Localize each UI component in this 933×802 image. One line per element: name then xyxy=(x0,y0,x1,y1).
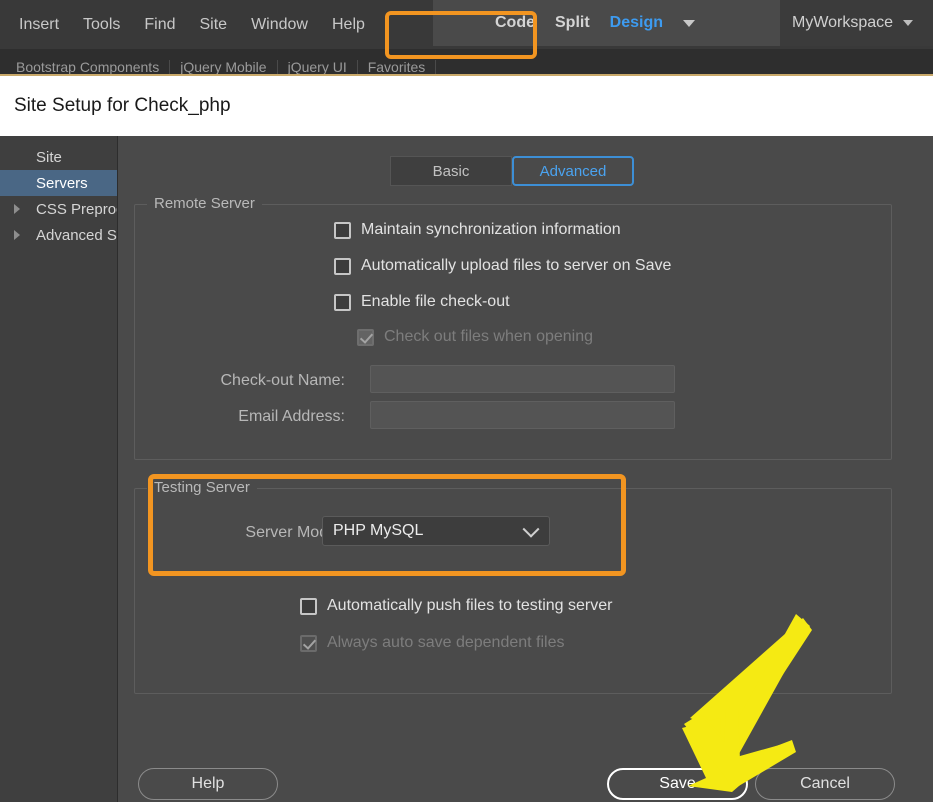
checkbox-auto-save-dependent-row: Always auto save dependent files xyxy=(300,634,564,652)
checkbox-enable-checkout[interactable] xyxy=(334,293,351,311)
email-address-label: Email Address: xyxy=(238,408,345,425)
checkout-name-label: Check-out Name: xyxy=(220,372,346,389)
menu-item-list: Insert Tools Find Site Window Help xyxy=(8,8,376,41)
checkbox-enable-checkout-row[interactable]: Enable file check-out xyxy=(334,293,510,311)
menu-item-find[interactable]: Find xyxy=(133,12,186,38)
sidebar-item-label: Servers xyxy=(36,174,88,192)
menu-item-insert[interactable]: Insert xyxy=(8,12,70,38)
sidebar-item-advanced-settings[interactable]: Advanced Settings xyxy=(0,222,117,248)
view-mode-split[interactable]: Split xyxy=(555,14,590,32)
toolbar-tab-favorites[interactable]: Favorites xyxy=(358,60,437,74)
menu-item-window[interactable]: Window xyxy=(240,12,319,38)
dialog-title: Site Setup for Check_php xyxy=(14,95,231,116)
screenshot-root: Insert Tools Find Site Window Help Code … xyxy=(0,0,933,802)
site-setup-dialog: Site Setup for Check_php Site Servers CS… xyxy=(0,74,933,802)
toolbar-tab-jquery-mobile[interactable]: jQuery Mobile xyxy=(170,60,278,74)
checkbox-maintain-sync-row[interactable]: Maintain synchronization information xyxy=(334,221,621,239)
checkbox-checkout-on-open-row: Check out files when opening xyxy=(357,328,593,346)
chevron-down-icon[interactable] xyxy=(522,520,540,538)
dialog-body: Site Servers CSS Preprocessor Advanced S… xyxy=(0,136,933,802)
checkbox-maintain-sync-label: Maintain synchronization information xyxy=(361,221,621,238)
checkbox-auto-upload[interactable] xyxy=(334,257,351,275)
caret-down-icon[interactable] xyxy=(903,20,914,26)
sidebar-item-servers[interactable]: Servers xyxy=(0,170,117,196)
view-mode-code[interactable]: Code xyxy=(495,14,535,32)
checkbox-auto-upload-label: Automatically upload files to server on … xyxy=(361,257,672,274)
toolbar-tab-jquery-ui[interactable]: jQuery UI xyxy=(278,60,358,74)
chevron-right-icon[interactable] xyxy=(14,204,20,214)
dialog-title-bar: Site Setup for Check_php xyxy=(0,76,933,136)
tab-basic[interactable]: Basic xyxy=(390,156,512,186)
view-mode-switcher: Code Split Design xyxy=(433,0,780,46)
checkbox-auto-upload-row[interactable]: Automatically upload files to server on … xyxy=(334,257,671,275)
checkbox-auto-push-label: Automatically push files to testing serv… xyxy=(327,597,613,614)
checkbox-checkout-on-open xyxy=(357,328,374,346)
menu-item-site[interactable]: Site xyxy=(189,12,239,38)
checkbox-auto-push[interactable] xyxy=(300,597,317,615)
dialog-sidebar: Site Servers CSS Preprocessor Advanced S… xyxy=(0,136,118,802)
testing-server-legend: Testing Server xyxy=(147,479,257,496)
server-model-select[interactable]: PHP MySQL xyxy=(322,516,550,546)
checkbox-auto-push-row[interactable]: Automatically push files to testing serv… xyxy=(300,597,612,615)
tab-advanced[interactable]: Advanced xyxy=(512,156,634,186)
checkbox-checkout-on-open-label: Check out files when opening xyxy=(384,328,594,345)
chevron-right-icon[interactable] xyxy=(14,230,20,240)
checkout-name-input[interactable] xyxy=(370,365,675,393)
sidebar-item-label: CSS Preprocessor xyxy=(36,200,117,218)
remote-server-legend: Remote Server xyxy=(147,195,262,212)
checkbox-auto-save-dependent xyxy=(300,634,317,652)
sidebar-item-label: Site xyxy=(36,148,62,166)
server-model-value: PHP MySQL xyxy=(333,522,424,539)
cancel-button[interactable]: Cancel xyxy=(755,768,895,800)
sidebar-item-site[interactable]: Site xyxy=(0,144,117,170)
checkbox-enable-checkout-label: Enable file check-out xyxy=(361,293,510,310)
checkbox-maintain-sync[interactable] xyxy=(334,221,351,239)
save-button[interactable]: Save xyxy=(607,768,748,800)
workspace-selector[interactable]: MyWorkspace xyxy=(780,0,933,46)
toolbar-tab-bootstrap-components[interactable]: Bootstrap Components xyxy=(6,60,171,74)
help-button[interactable]: Help xyxy=(138,768,278,800)
menu-item-tools[interactable]: Tools xyxy=(72,12,131,38)
menu-item-help[interactable]: Help xyxy=(321,12,376,38)
checkbox-auto-save-dependent-label: Always auto save dependent files xyxy=(327,634,565,651)
dialog-tab-bar: Basic Advanced xyxy=(390,150,670,192)
caret-down-icon[interactable] xyxy=(683,19,696,27)
sidebar-item-label: Advanced Settings xyxy=(36,226,117,244)
secondary-toolbar: Bootstrap Components jQuery Mobile jQuer… xyxy=(0,49,933,74)
server-model-label: Server Model: xyxy=(245,524,345,541)
dialog-content-pane: Basic Advanced Remote Server Maintain sy… xyxy=(118,136,900,802)
email-address-input[interactable] xyxy=(370,401,675,429)
view-mode-design[interactable]: Design xyxy=(610,14,663,32)
workspace-label: MyWorkspace xyxy=(792,14,894,31)
sidebar-item-css-preprocessor[interactable]: CSS Preprocessor xyxy=(0,196,117,222)
